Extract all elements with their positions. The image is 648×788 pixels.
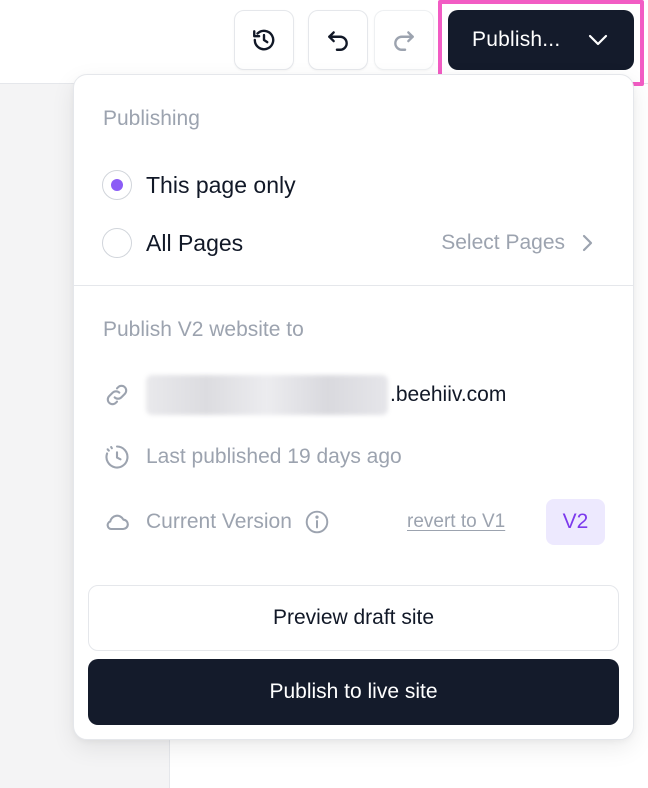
current-version-label: Current Version — [146, 510, 292, 533]
radio-button[interactable] — [102, 228, 132, 258]
undo-button[interactable] — [308, 10, 368, 70]
clock-icon — [102, 442, 132, 472]
redo-icon — [394, 31, 414, 51]
publish-target-label: Publish V2 website to — [103, 318, 304, 341]
version-badge: V2 — [546, 499, 605, 545]
cloud-icon — [102, 507, 132, 537]
radio-label: All Pages — [146, 229, 244, 256]
history-icon — [253, 29, 275, 51]
site-url-row: .beehiiv.com — [102, 375, 507, 415]
info-icon[interactable] — [304, 509, 330, 535]
section-divider — [74, 285, 633, 286]
chevron-right-icon — [582, 234, 593, 252]
radio-button-checked[interactable] — [102, 170, 132, 200]
last-published-row: Last published 19 days ago — [102, 440, 402, 474]
radio-this-page-only[interactable]: This page only — [102, 169, 296, 201]
preview-draft-label: Preview draft site — [272, 606, 435, 629]
top-toolbar: Publish... — [0, 0, 648, 86]
history-button[interactable] — [234, 10, 294, 70]
select-pages-label: Select Pages — [441, 231, 565, 254]
last-published-text: Last published 19 days ago — [146, 445, 402, 468]
publish-live-button[interactable]: Publish to live site — [88, 659, 619, 725]
publish-dropdown-panel: Publishing This page only All Pages Sele… — [73, 74, 634, 740]
link-icon — [102, 380, 132, 410]
current-version-row: Current Version — [102, 505, 330, 539]
radio-all-pages[interactable]: All Pages — [102, 227, 243, 259]
publishing-section-label: Publishing — [103, 107, 200, 130]
radio-label: This page only — [146, 171, 296, 198]
blurred-subdomain — [146, 375, 388, 415]
select-pages-link[interactable]: Select Pages — [441, 231, 595, 255]
undo-icon — [328, 31, 348, 51]
redo-button[interactable] — [374, 10, 434, 70]
publish-live-label: Publish to live site — [269, 680, 438, 703]
preview-draft-button[interactable]: Preview draft site — [88, 585, 619, 651]
revert-to-v1-link[interactable]: revert to V1 — [407, 511, 505, 533]
site-domain: .beehiiv.com — [390, 383, 507, 406]
